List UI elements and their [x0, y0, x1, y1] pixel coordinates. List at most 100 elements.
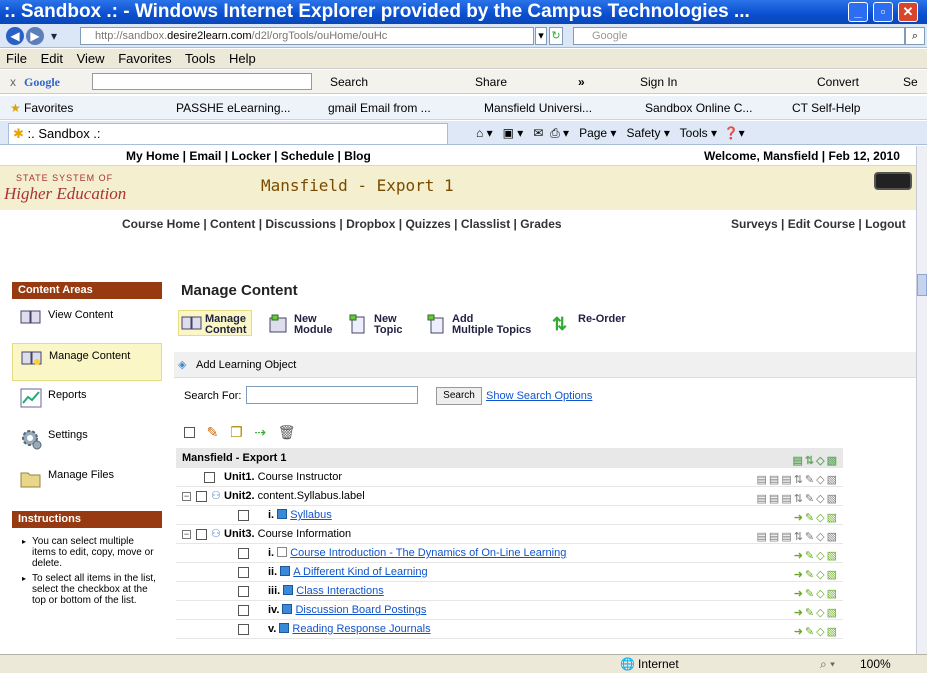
address-dropdown-icon[interactable]: ▾ [535, 27, 547, 45]
web-search-input[interactable]: Google [573, 27, 905, 45]
edit-icon[interactable]: ✎ [207, 424, 219, 440]
row-checkbox[interactable] [238, 510, 249, 521]
copy-icon[interactable]: ❐ [230, 424, 243, 440]
delete-icon[interactable]: 🗑 [278, 424, 296, 440]
topic-link[interactable]: Reading Response Journals [292, 623, 430, 635]
row-title[interactable]: content.Syllabus.label [258, 490, 365, 502]
sidebar-item-reports[interactable]: Reports [12, 383, 162, 421]
refresh-icon[interactable]: ↻ [549, 27, 563, 45]
tools-menu[interactable]: Tools [680, 126, 708, 140]
google-toolbar-close[interactable]: x [10, 70, 16, 94]
reorder-button[interactable]: ⇅ Re-Order [552, 314, 626, 335]
favorite-link-sandbox[interactable]: Sandbox Online C... [645, 96, 752, 119]
history-dropdown-icon[interactable]: ▾ [47, 27, 61, 45]
manage-content-button[interactable]: Manage Content [178, 310, 252, 336]
home-icon[interactable]: ⌂ ▾ [476, 126, 493, 140]
page-scrollbar[interactable] [916, 146, 927, 654]
row-checkbox[interactable] [238, 586, 249, 597]
convert-button[interactable]: Convert [817, 70, 859, 94]
content-areas-heading: Content Areas [12, 282, 162, 299]
zoom-icon[interactable]: ⌕ ▾ [820, 655, 835, 673]
new-topic-button[interactable]: New Topic [348, 314, 403, 336]
minimize-button[interactable]: _ [848, 2, 868, 22]
show-search-options-link[interactable]: Show Search Options [486, 390, 592, 402]
sidebar-item-settings[interactable]: Settings [12, 423, 162, 461]
table-row: iii. Class Interactions ➜✎◇▧ [176, 582, 843, 601]
tab-bar: ✱ :. Sandbox .: ⌂ ▾ ▣ ▾ ✉ ⎙ ▾ Page ▾ Saf… [0, 121, 927, 145]
sidebar-item-manage-files[interactable]: Manage Files [12, 463, 162, 501]
topic-link[interactable]: Discussion Board Postings [295, 604, 426, 616]
row-checkbox[interactable] [238, 567, 249, 578]
favorites-button[interactable]: Favorites [24, 96, 73, 119]
menu-edit[interactable]: Edit [41, 51, 63, 66]
close-button[interactable]: ✕ [898, 2, 918, 22]
search-go-icon[interactable]: ⌕ [905, 27, 925, 45]
row-actions-icons[interactable]: ➜✎◇▧ [794, 623, 839, 642]
new-module-button[interactable]: New Module [268, 314, 333, 336]
zoom-level[interactable]: 100% [860, 655, 891, 673]
row-title[interactable]: Course Instructor [258, 471, 342, 483]
menu-file[interactable]: File [6, 51, 27, 66]
select-all-checkbox[interactable] [184, 427, 195, 438]
row-title[interactable]: Course Information [258, 528, 352, 540]
command-bar: ⌂ ▾ ▣ ▾ ✉ ⎙ ▾ Page ▾ Safety ▾ Tools ▾ ❓▾ [476, 126, 745, 140]
topic-icon [279, 623, 290, 633]
forward-icon[interactable]: ▶ [26, 27, 44, 45]
top-nav-links[interactable]: My Home | Email | Locker | Schedule | Bl… [126, 146, 371, 166]
sidebar-item-view-content[interactable]: View Content [12, 303, 162, 341]
topic-icon [283, 585, 294, 595]
topic-link[interactable]: A Different Kind of Learning [293, 566, 427, 578]
course-nav-links[interactable]: Course Home | Content | Discussions | Dr… [122, 210, 562, 238]
url-domain: desire2learn.com [167, 30, 252, 42]
row-checkbox[interactable] [238, 624, 249, 635]
safety-menu[interactable]: Safety [626, 126, 660, 140]
row-checkbox[interactable] [196, 491, 207, 502]
menu-favorites[interactable]: Favorites [118, 51, 171, 66]
favorite-link-mansfield[interactable]: Mansfield Universi... [484, 96, 592, 119]
topic-link[interactable]: Syllabus [290, 509, 332, 521]
page-menu[interactable]: Page [579, 126, 607, 140]
mail-icon[interactable]: ✉ [533, 126, 543, 140]
google-search-button[interactable]: Search [330, 70, 368, 94]
sidebar-label-view-content: View Content [48, 309, 114, 321]
back-icon[interactable]: ◀ [6, 27, 24, 45]
row-number: i. [268, 547, 275, 559]
menu-help[interactable]: Help [229, 51, 256, 66]
row-checkbox[interactable] [204, 472, 215, 483]
tab-sandbox[interactable]: ✱ :. Sandbox .: [8, 123, 448, 144]
feeds-icon[interactable]: ▣ ▾ [503, 126, 524, 140]
google-share-button[interactable]: Share [475, 70, 507, 94]
google-sign-in[interactable]: Sign In [640, 70, 677, 94]
topic-link[interactable]: Class Interactions [296, 585, 383, 597]
row-checkbox[interactable] [196, 529, 207, 540]
add-learning-object-link[interactable]: Add Learning Object [196, 359, 296, 371]
print-icon[interactable]: ⎙ ▾ [550, 126, 569, 140]
add-multiple-topics-button[interactable]: Add Multiple Topics [426, 314, 531, 336]
help-icon[interactable]: ❓▾ [724, 126, 745, 140]
table-row: v. Reading Response Journals ➜✎◇▧ [176, 620, 843, 639]
scrollbar-thumb[interactable] [917, 274, 927, 296]
widget-icon[interactable] [874, 172, 912, 190]
row-checkbox[interactable] [238, 605, 249, 616]
menu-view[interactable]: View [77, 51, 105, 66]
sidebar-item-manage-content[interactable]: Manage Content [12, 343, 162, 381]
google-search-input[interactable] [92, 73, 312, 90]
search-input[interactable] [246, 386, 418, 404]
favorite-link-passhe[interactable]: PASSHE eLearning... [176, 96, 291, 119]
menu-tools[interactable]: Tools [185, 51, 215, 66]
row-checkbox[interactable] [238, 548, 249, 559]
move-icon[interactable]: ⇢ [254, 424, 266, 440]
course-title: Mansfield - Export 1 [261, 176, 454, 195]
url-prefix: http://sandbox. [95, 30, 168, 42]
course-nav-right-links[interactable]: Surveys | Edit Course | Logout [731, 210, 906, 238]
favorite-link-ct-self-help[interactable]: CT Self-Help [792, 96, 860, 119]
favorite-link-gmail[interactable]: gmail Email from ... [328, 96, 431, 119]
address-input[interactable]: http://sandbox.desire2learn.com/d2l/orgT… [80, 27, 534, 45]
collapse-icon[interactable]: − [182, 530, 191, 539]
select-button[interactable]: Se [903, 70, 918, 94]
search-button[interactable]: Search [436, 387, 482, 405]
maximize-button[interactable]: ▫ [873, 2, 893, 22]
topic-link[interactable]: Course Introduction - The Dynamics of On… [290, 547, 566, 559]
collapse-icon[interactable]: − [182, 492, 191, 501]
google-more-button[interactable]: » [578, 70, 585, 94]
